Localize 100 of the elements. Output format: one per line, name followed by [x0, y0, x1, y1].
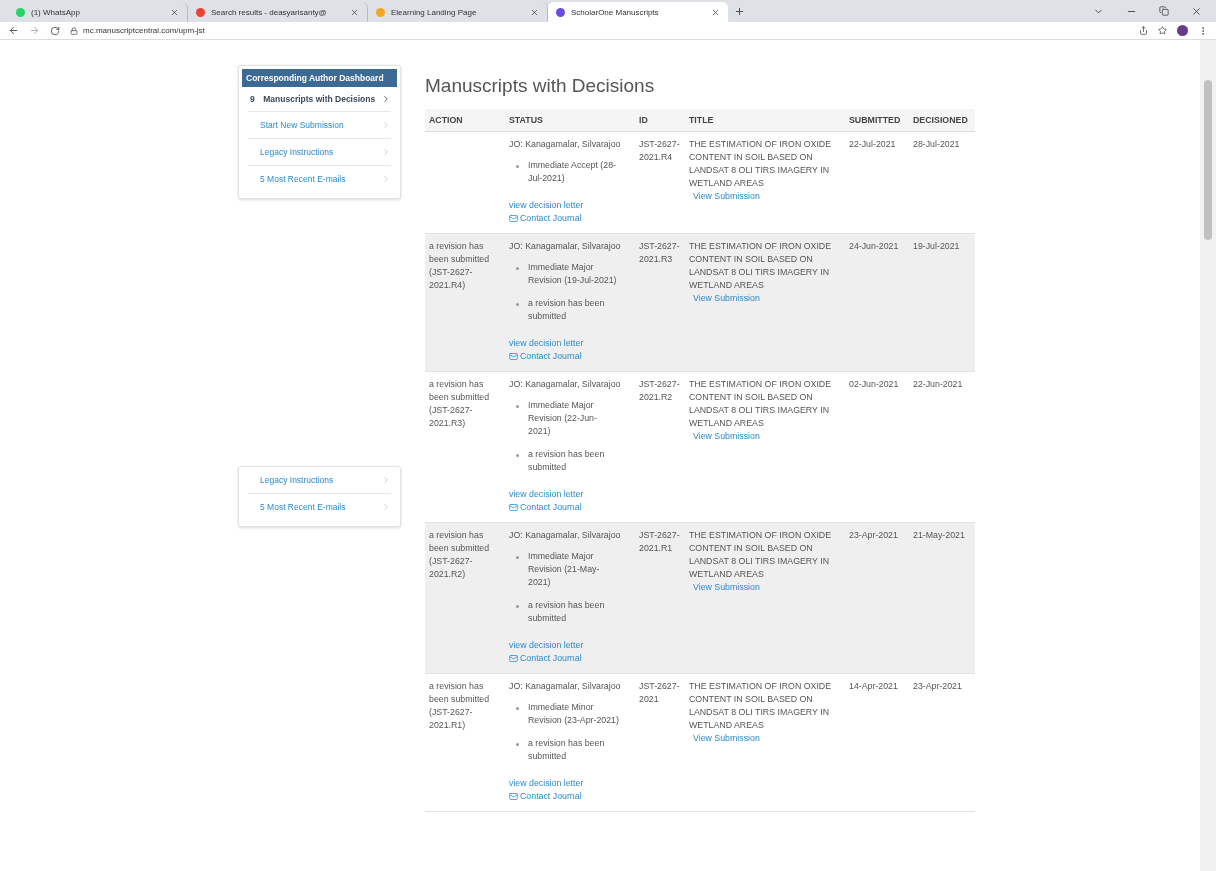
- chevron-icon: [381, 502, 391, 512]
- author-text: JO: Kanagamalar, Silvarajoo: [509, 139, 621, 149]
- scroll-thumb[interactable]: [1204, 80, 1212, 240]
- sidebar-item[interactable]: Legacy Instructions: [248, 467, 391, 494]
- column-header: ACTION: [425, 109, 505, 132]
- chevron-icon: [381, 94, 391, 104]
- column-header: ID: [635, 109, 685, 132]
- mail-icon: [509, 352, 518, 361]
- bullet-icon: [516, 405, 519, 408]
- sidebar-item[interactable]: 5 Most Recent E-mails: [248, 494, 391, 520]
- table-cell: 22-Jun-2021: [913, 379, 963, 389]
- chevron-icon: [381, 174, 391, 184]
- table-cell: a revision has been submitted (JST-2627-2021.R2): [429, 530, 490, 579]
- chevron-icon: [381, 475, 391, 485]
- url-field[interactable]: mc.manuscriptcentral.com/upm-jst: [83, 26, 205, 35]
- restore-icon[interactable]: [1159, 5, 1169, 17]
- bullet-icon: [516, 743, 519, 746]
- bullet-icon: [516, 267, 519, 270]
- scrollbar[interactable]: [1200, 40, 1216, 871]
- contact-journal-link[interactable]: Contact Journal: [509, 652, 582, 665]
- view-submission-link[interactable]: View Submission: [693, 430, 760, 443]
- table-cell-text: THE ESTIMATION OF IRON OXIDE CONTENT IN SOIL BASED ON LANDSAT 8 OLI TIRS IMAGERY IN WETLAND AREAS: [689, 138, 833, 190]
- reload-icon[interactable]: [50, 25, 60, 36]
- status-text: Immediate Major Revision (22-Jun-2021): [528, 399, 598, 438]
- contact-journal-link[interactable]: Contact Journal: [509, 501, 582, 514]
- decision-letter-link[interactable]: view decision letter: [509, 337, 584, 350]
- author-text: JO: Kanagamalar, Silvarajoo: [509, 241, 621, 251]
- table-cell-text: THE ESTIMATION OF IRON OXIDE CONTENT IN SOIL BASED ON LANDSAT 8 OLI TIRS IMAGERY IN WETLAND AREAS: [689, 378, 833, 430]
- table-cell-text: THE ESTIMATION OF IRON OXIDE CONTENT IN SOIL BASED ON LANDSAT 8 OLI TIRS IMAGERY IN WETLAND AREAS: [689, 240, 833, 292]
- table-cell: 22-Jul-2021: [849, 139, 896, 149]
- table-cell: 24-Jun-2021: [849, 241, 899, 251]
- status-text: Immediate Accept (28-Jul-2021): [528, 159, 617, 185]
- status-text: a revision has been submitted: [528, 448, 606, 474]
- table-cell: JST-2627-2021.R2: [639, 379, 680, 402]
- favicon-icon: [196, 7, 205, 17]
- favicon-icon: [16, 7, 25, 17]
- bullet-icon: [516, 454, 519, 457]
- table-cell: JST-2627-2021.R3: [639, 241, 680, 264]
- table-cell: JST-2627-2021: [639, 681, 680, 704]
- table-cell-text: THE ESTIMATION OF IRON OXIDE CONTENT IN SOIL BASED ON LANDSAT 8 OLI TIRS IMAGERY IN WETLAND AREAS: [689, 680, 833, 732]
- table-cell: 14-Apr-2021: [849, 681, 898, 691]
- new-tab-icon[interactable]: [734, 5, 745, 17]
- table-cell: 23-Apr-2021: [849, 530, 898, 540]
- status-text: Immediate Major Revision (21-May-2021): [528, 550, 601, 589]
- column-header: SUBMITTED: [845, 109, 909, 132]
- column-header: STATUS: [505, 109, 635, 132]
- bullet-icon: [516, 605, 519, 608]
- favicon-icon: [376, 7, 385, 17]
- card-title: Corresponding Author Dashboard: [242, 69, 397, 87]
- sidebar-item[interactable]: 9 Manuscripts with Decisions: [248, 87, 391, 112]
- table-cell: 23-Apr-2021: [913, 681, 962, 691]
- back-icon[interactable]: [8, 25, 19, 36]
- browser-tab[interactable]: ScholarOne Manuscripts: [548, 2, 728, 22]
- bullet-icon: [516, 556, 519, 559]
- status-text: a revision has been submitted: [528, 297, 606, 323]
- bullet-icon: [516, 707, 519, 710]
- author-text: JO: Kanagamalar, Silvarajoo: [509, 681, 621, 691]
- status-text: a revision has been submitted: [528, 599, 606, 625]
- table-cell: 21-May-2021: [913, 530, 965, 540]
- bullet-icon: [516, 165, 519, 168]
- sidebar-item[interactable]: 5 Most Recent E-mails: [248, 166, 391, 192]
- lock-icon: [70, 26, 78, 35]
- table-cell: 02-Jun-2021: [849, 379, 899, 389]
- view-submission-link[interactable]: View Submission: [693, 190, 760, 203]
- table-cell-text: THE ESTIMATION OF IRON OXIDE CONTENT IN SOIL BASED ON LANDSAT 8 OLI TIRS IMAGERY IN WETLAND AREAS: [689, 529, 833, 581]
- status-text: a revision has been submitted: [528, 737, 606, 763]
- decision-letter-link[interactable]: view decision letter: [509, 639, 584, 652]
- bullet-icon: [516, 303, 519, 306]
- decision-letter-link[interactable]: view decision letter: [509, 488, 584, 501]
- close-icon[interactable]: [350, 7, 359, 17]
- close-icon[interactable]: [530, 7, 539, 17]
- table-cell: JST-2627-2021.R1: [639, 530, 680, 553]
- star-icon[interactable]: [1158, 26, 1167, 35]
- table-cell: a revision has been submitted (JST-2627-2021.R1): [429, 681, 490, 730]
- status-text: Immediate Major Revision (19-Jul-2021): [528, 261, 618, 287]
- author-text: JO: Kanagamalar, Silvarajoo: [509, 530, 621, 540]
- sidebar-item[interactable]: Start New Submission: [248, 112, 391, 139]
- avatar-icon[interactable]: [1177, 25, 1188, 36]
- contact-journal-link[interactable]: Contact Journal: [509, 350, 582, 363]
- chevron-icon: [381, 120, 391, 130]
- author-text: JO: Kanagamalar, Silvarajoo: [509, 379, 621, 389]
- close-icon[interactable]: [711, 7, 720, 17]
- column-header: TITLE: [685, 109, 845, 132]
- contact-journal-link[interactable]: Contact Journal: [509, 212, 582, 225]
- sidebar-item[interactable]: Legacy Instructions: [248, 139, 391, 166]
- status-text: Immediate Minor Revision (23-Apr-2021): [528, 701, 619, 727]
- view-submission-link[interactable]: View Submission: [693, 732, 760, 745]
- mail-icon: [509, 214, 518, 223]
- share-icon[interactable]: [1139, 26, 1148, 35]
- table-cell: 28-Jul-2021: [913, 139, 960, 149]
- decision-letter-link[interactable]: view decision letter: [509, 199, 584, 212]
- close-icon[interactable]: [170, 7, 179, 17]
- decision-letter-link[interactable]: view decision letter: [509, 777, 584, 790]
- contact-journal-link[interactable]: Contact Journal: [509, 790, 582, 803]
- view-submission-link[interactable]: View Submission: [693, 292, 760, 305]
- close-icon[interactable]: [1191, 5, 1202, 17]
- table-cell: a revision has been submitted (JST-2627-2021.R4): [429, 241, 490, 290]
- view-submission-link[interactable]: View Submission: [693, 581, 760, 594]
- chevron-icon: [381, 147, 391, 157]
- page-title: Manuscripts with Decisions: [425, 75, 656, 97]
